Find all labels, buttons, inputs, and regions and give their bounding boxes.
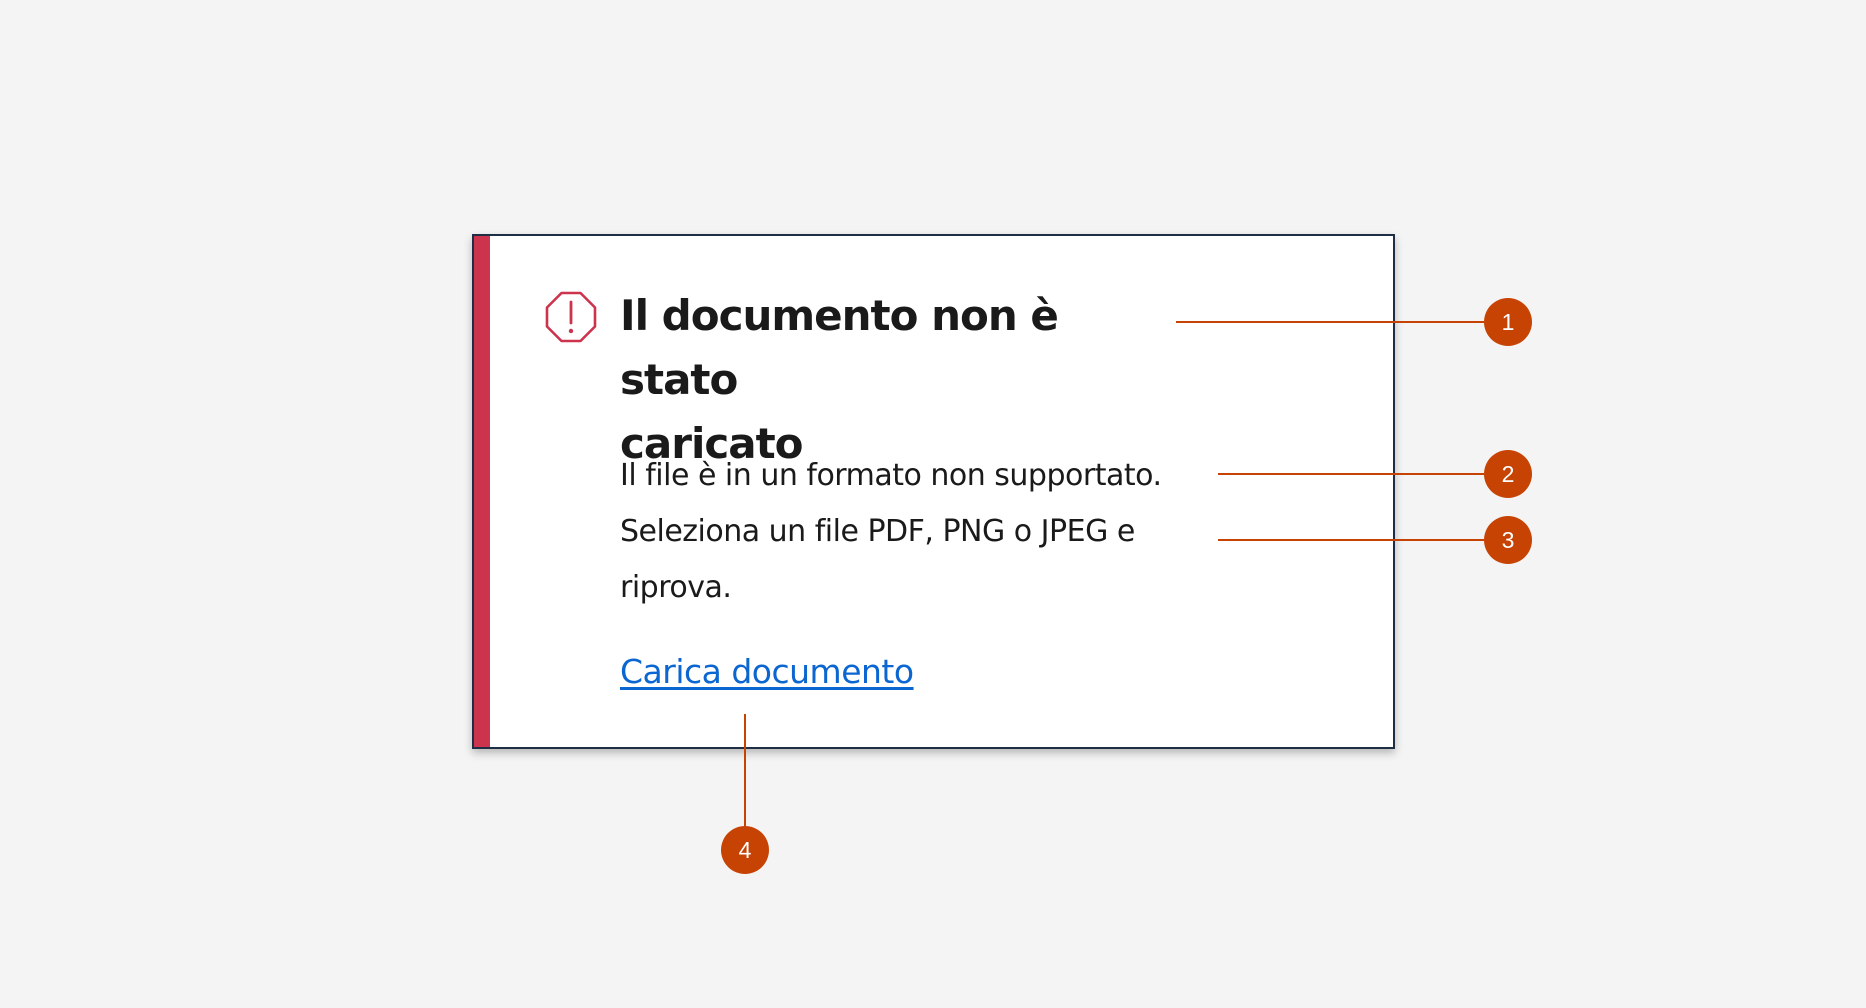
callout-badge-2: 2 — [1484, 450, 1532, 498]
error-alert-card: Il documento non è stato caricato Il fil… — [472, 234, 1395, 749]
alert-octagon-icon — [545, 291, 597, 343]
alert-message-line-1: Il file è in un formato non supportato. — [620, 458, 1162, 493]
upload-document-link[interactable]: Carica documento — [620, 650, 914, 694]
alert-accent-bar — [474, 236, 490, 747]
alert-message-line-3: riprova. — [620, 570, 732, 605]
callout-badge-3: 3 — [1484, 516, 1532, 564]
callout-badge-1: 1 — [1484, 298, 1532, 346]
alert-message: Il file è in un formato non supportato. … — [620, 448, 1240, 616]
alert-title-line-1: Il documento non è stato — [620, 291, 1059, 404]
callout-badge-4: 4 — [721, 826, 769, 874]
alert-message-line-2: Seleziona un file PDF, PNG o JPEG e — [620, 514, 1135, 549]
